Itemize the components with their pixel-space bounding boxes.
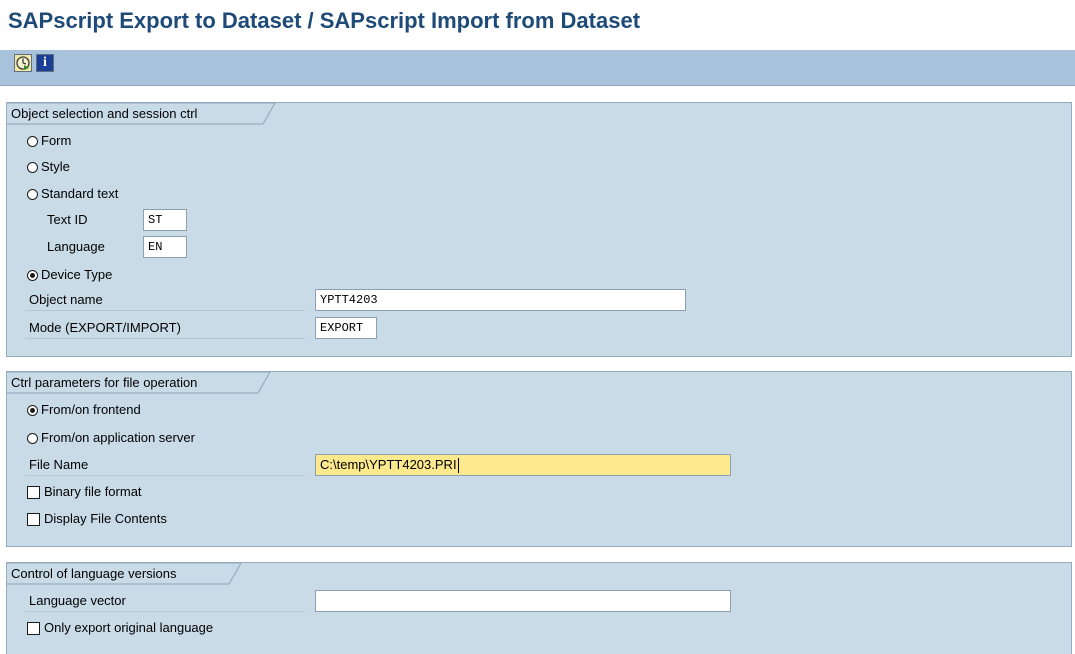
checkbox-binary-format-label: Binary file format <box>44 484 142 499</box>
checkbox-only-export-original-label: Only export original language <box>44 620 214 635</box>
radio-standard-text-label: Standard text <box>41 186 119 201</box>
object-name-label: Object name <box>25 289 305 311</box>
panel-title: Ctrl parameters for file operation <box>11 375 198 390</box>
radio-form-label: Form <box>41 133 72 148</box>
language-vector-label: Language vector <box>25 590 305 612</box>
language-versions-panel: Control of language versions Language ve… <box>6 562 1072 654</box>
object-selection-panel: Object selection and session ctrl Form S… <box>6 102 1072 357</box>
checkbox[interactable] <box>27 513 40 526</box>
file-name-value: C:\temp\YPTT4203.PRI <box>320 457 457 472</box>
checkbox[interactable] <box>27 622 40 635</box>
mode-field[interactable]: EXPORT <box>315 317 377 339</box>
page-title: SAPscript Export to Dataset / SAPscript … <box>8 8 641 33</box>
radio-application-server-label: From/on application server <box>41 430 195 445</box>
language-label: Language <box>47 239 105 254</box>
application-toolbar: i <box>0 50 1075 86</box>
radio-button[interactable] <box>27 189 38 200</box>
radio-button[interactable] <box>27 405 38 416</box>
radio-device-type-label: Device Type <box>41 267 113 282</box>
radio-button[interactable] <box>27 162 38 173</box>
mode-label: Mode (EXPORT/IMPORT) <box>25 317 305 339</box>
text-id-label: Text ID <box>47 212 88 227</box>
radio-style-label: Style <box>41 159 70 174</box>
file-name-field[interactable]: C:\temp\YPTT4203.PRI <box>315 454 731 476</box>
file-name-label: File Name <box>25 454 305 476</box>
panel-title: Object selection and session ctrl <box>11 106 198 121</box>
object-name-field[interactable]: YPTT4203 <box>315 289 686 311</box>
panel-title: Control of language versions <box>11 566 177 581</box>
file-operation-panel: Ctrl parameters for file operation From/… <box>6 371 1072 547</box>
radio-frontend-label: From/on frontend <box>41 402 141 417</box>
text-cursor <box>457 458 459 474</box>
execute-icon <box>16 56 30 70</box>
radio-button[interactable] <box>27 136 38 147</box>
text-id-field[interactable]: ST <box>143 209 187 231</box>
radio-button[interactable] <box>27 270 38 281</box>
execute-button[interactable] <box>14 54 32 72</box>
checkbox[interactable] <box>27 486 40 499</box>
info-icon: i <box>43 55 47 70</box>
checkbox-display-contents-label: Display File Contents <box>44 511 167 526</box>
info-button[interactable]: i <box>36 54 54 72</box>
language-vector-field[interactable] <box>315 590 731 612</box>
language-field[interactable]: EN <box>143 236 187 258</box>
radio-button[interactable] <box>27 433 38 444</box>
